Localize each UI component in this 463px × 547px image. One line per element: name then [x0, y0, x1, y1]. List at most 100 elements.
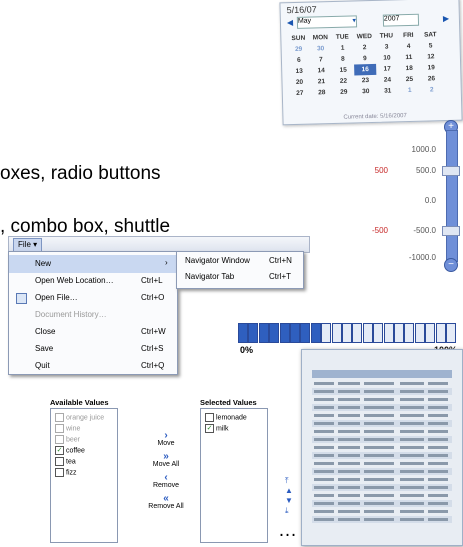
table-thumbnail-cell — [428, 422, 448, 425]
move-down-icon[interactable]: ▼ — [285, 496, 293, 505]
calendar-day[interactable]: 29 — [288, 44, 310, 56]
move-all-button[interactable]: » Move All — [141, 452, 191, 469]
calendar-day[interactable]: 4 — [397, 41, 419, 53]
slider-low-thumb[interactable] — [442, 226, 460, 236]
calendar-day[interactable]: 24 — [376, 74, 398, 86]
calendar-day[interactable]: 28 — [311, 87, 333, 99]
table-thumbnail-cell — [428, 454, 448, 457]
slider-tick-500: 500.0 — [415, 166, 436, 175]
checkbox[interactable] — [55, 468, 64, 477]
remove-button[interactable]: ‹ Remove — [141, 473, 191, 490]
calendar-day[interactable]: 5 — [419, 40, 441, 52]
menu-item-open-file[interactable]: Open File… Ctrl+O — [9, 289, 177, 307]
menu-item-quit[interactable]: Quit Ctrl+Q — [9, 357, 177, 375]
remove-all-button[interactable]: «Remove All — [141, 494, 191, 511]
move-to-bottom-icon[interactable]: ⤓ — [285, 506, 289, 515]
calendar-day[interactable]: 11 — [398, 52, 420, 64]
year-field[interactable]: 2007 — [382, 13, 420, 27]
calendar-day[interactable]: 26 — [420, 73, 442, 85]
calendar-day[interactable]: 6 — [288, 55, 310, 67]
calendar-day[interactable]: 31 — [377, 85, 399, 97]
calendar-day[interactable]: 30 — [310, 43, 332, 55]
checkbox[interactable]: ✓ — [205, 424, 214, 433]
calendar-day[interactable]: 2 — [353, 42, 375, 54]
slider-track[interactable] — [446, 130, 458, 262]
menu-item-new[interactable]: New › — [9, 255, 177, 273]
calendar-day[interactable]: 19 — [420, 62, 442, 74]
calendar-day[interactable]: 8 — [332, 53, 354, 65]
prev-month-icon[interactable]: ◀ — [287, 18, 293, 27]
move-label: Move — [157, 440, 175, 447]
menu-item-shortcut: Ctrl+W — [141, 327, 166, 336]
calendar-day[interactable]: 10 — [376, 52, 398, 64]
weekday-header: SUN — [291, 34, 306, 43]
selected-values-list[interactable]: lemonade ✓ milk — [200, 408, 268, 543]
available-values-list[interactable]: orange juice wine beer ✓ coffee tea fizz — [50, 408, 118, 543]
table-thumbnail-cell — [400, 414, 424, 417]
list-item[interactable]: ✓ coffee — [55, 446, 85, 456]
calendar-day[interactable]: 2 — [421, 84, 443, 96]
calendar-day[interactable]: 1 — [399, 85, 421, 97]
calendar-day[interactable]: 14 — [310, 65, 332, 77]
list-item-label: beer — [66, 436, 81, 444]
checkbox — [55, 413, 64, 422]
range-slider[interactable]: 1000.0 + 500 500.0 0.0 -500 -500.0 -1000… — [360, 118, 463, 273]
list-item-label: tea — [66, 458, 76, 466]
table-thumbnail-cell — [428, 406, 448, 409]
next-month-icon[interactable]: ▶ — [443, 14, 449, 23]
table-thumbnail-cell — [338, 510, 360, 513]
list-item[interactable]: fizz — [55, 468, 77, 478]
menu-item-close[interactable]: Close Ctrl+W — [9, 323, 177, 341]
calendar-day[interactable]: 1 — [332, 42, 354, 54]
calendar-day[interactable]: 13 — [288, 66, 310, 78]
calendar-day[interactable]: 12 — [420, 51, 442, 63]
submenu-item-navigator-tab[interactable]: Navigator Tab Ctrl+T — [185, 272, 300, 288]
move-to-top-icon[interactable]: ⤒ — [285, 476, 289, 485]
table-thumbnail-cell — [338, 502, 360, 505]
calendar-date-field[interactable]: 5/16/07 — [286, 4, 316, 15]
table-thumbnail-cell — [400, 398, 424, 401]
list-item[interactable]: ✓ milk — [205, 424, 228, 434]
checkbox[interactable]: ✓ — [55, 446, 64, 455]
table-thumbnail-row — [312, 444, 452, 451]
calendar-day[interactable]: 3 — [375, 41, 397, 53]
slider-decrement-icon[interactable]: − — [444, 258, 458, 272]
calendar-day[interactable]: 23 — [354, 75, 376, 87]
calendar-day[interactable]: 9 — [354, 53, 376, 65]
calendar-day[interactable]: 18 — [398, 63, 420, 75]
calendar-day[interactable]: 20 — [288, 77, 310, 89]
calendar-day[interactable]: 25 — [398, 74, 420, 86]
calendar-day[interactable]: 7 — [310, 54, 332, 66]
menu-item-document-history: Document History… — [9, 306, 177, 324]
list-item[interactable]: tea — [55, 457, 76, 467]
checkbox[interactable] — [55, 457, 64, 466]
calendar-day[interactable]: 29 — [333, 86, 355, 98]
calendar-day[interactable]: 22 — [332, 75, 354, 87]
date-picker-calendar[interactable]: 5/16/07 ◀ May ▾ 2007 ▶ SUN MON TUE WED THU FRI… — [279, 0, 463, 126]
calendar-day[interactable]: 21 — [310, 76, 332, 88]
calendar-day[interactable]: 15 — [332, 64, 354, 76]
new-submenu: Navigator Window Ctrl+N Navigator Tab Ctrl+… — [176, 251, 304, 289]
file-menu-button[interactable]: File ▾ — [13, 238, 43, 252]
menu-item-label: Quit — [35, 361, 50, 370]
table-thumbnail-cell — [338, 414, 360, 417]
table-thumbnail-cell — [428, 470, 448, 473]
table-thumbnail-cell — [364, 430, 394, 433]
table-thumbnail-row — [312, 388, 452, 395]
table-thumbnail-cell — [428, 390, 448, 393]
move-up-icon[interactable]: ▲ — [285, 486, 293, 495]
calendar-day[interactable]: 17 — [376, 63, 398, 75]
menu-item-save[interactable]: Save Ctrl+S — [9, 340, 177, 358]
table-thumbnail-cell — [428, 518, 448, 521]
checkbox[interactable] — [205, 413, 214, 422]
move-button[interactable]: › Move — [141, 431, 191, 448]
calendar-day[interactable]: 27 — [289, 88, 311, 100]
month-select[interactable]: May ▾ — [296, 15, 358, 29]
slider-high-thumb[interactable] — [442, 166, 460, 176]
calendar-day[interactable]: 16 — [354, 63, 377, 76]
calendar-day[interactable]: 30 — [355, 86, 377, 98]
submenu-item-navigator-window[interactable]: Navigator Window Ctrl+N — [185, 256, 300, 272]
list-item[interactable]: lemonade — [205, 413, 247, 423]
menu-item-open-web-location[interactable]: Open Web Location… Ctrl+L — [9, 272, 177, 290]
remove-all-label: Remove All — [148, 503, 184, 510]
